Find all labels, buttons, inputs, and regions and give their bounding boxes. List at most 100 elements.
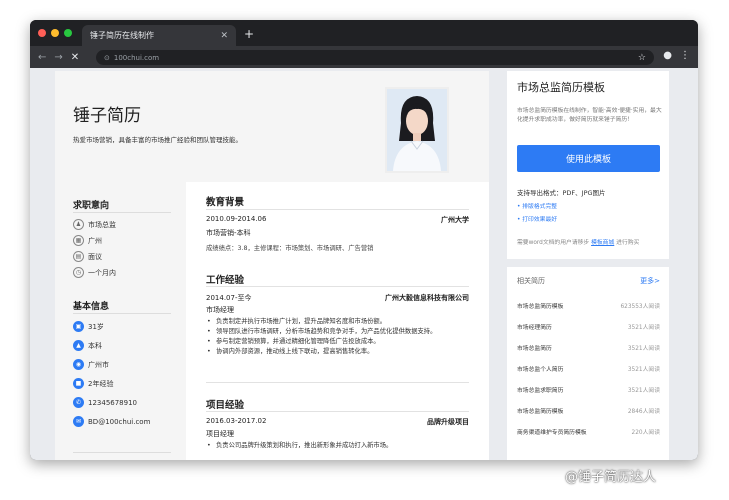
work-title: 工作经验 [206, 275, 245, 286]
basic-phone: ✆ 12345678910 [73, 397, 137, 408]
browser-tab[interactable]: 锤子简历在线制作 ✕ [82, 25, 236, 46]
template-title: 市场总监简历模板 [517, 81, 605, 94]
forward-icon[interactable]: → [54, 52, 62, 63]
format-feature: • 排版格式完整 [517, 204, 558, 210]
graduation-icon: ▲ [73, 340, 84, 351]
work-row: 2014.07-至今 广州大毅信息科技有限公司 [206, 293, 469, 303]
work-bottom-divider [206, 382, 469, 383]
intent-salary: ▤ 面议 [73, 251, 102, 262]
template-sidebar: 市场总监简历模板 市场总监简历模板在线制作，智能·高效·便捷·实用，最大化提升求… [507, 71, 669, 460]
basic-title: 基本信息 [73, 302, 110, 312]
resume-preview: 锤子简历 热爱市场营销，具备丰富的市场推广经验和团队管理技能。 求职意向 ♟ 市… [55, 71, 489, 460]
tab-close-icon[interactable]: ✕ [220, 31, 228, 41]
related-item[interactable]: 市场经理简历 3521人阅读 [517, 322, 660, 331]
project-role: 项目经理 [206, 430, 234, 438]
project-name: 品牌升级项目 [427, 418, 469, 426]
project-bullet: 负责公司品牌升级策划和执行，推出新形象并成功打入新市场。 [206, 441, 469, 451]
work-bullet: 协调内外部资源，推动线上线下联动，提高销售转化率。 [206, 347, 469, 357]
project-bullets: 负责公司品牌升级策划和执行，推出新形象并成功打入新市场。 [206, 441, 469, 451]
stop-icon[interactable]: ✕ [71, 52, 79, 63]
work-bullet: 领导团队进行市场调研，分析市场趋势和竞争对手，为产品优化提供数据支持。 [206, 327, 469, 337]
related-item[interactable]: 市场总监简历模板 2846人阅读 [517, 406, 660, 415]
basic-city: ◉ 广州市 [73, 359, 109, 370]
close-window-dot[interactable] [38, 29, 46, 37]
clock-icon: ◷ [73, 267, 84, 278]
work-role: 市场经理 [206, 306, 234, 314]
work-bullet: 参与制定营销预算，并通过精细化管理降低广告投放成本。 [206, 337, 469, 347]
building-icon: ▦ [73, 235, 84, 246]
resume-header: 锤子简历 热爱市场营销，具备丰富的市场推广经验和团队管理技能。 [55, 71, 489, 182]
basic-experience: ■ 2年经验 [73, 378, 113, 389]
related-item[interactable]: 商务渠道维护专员简历模板 220人阅读 [517, 427, 660, 436]
calendar-icon: ▣ [73, 321, 84, 332]
basic-email: ✉ BD@100chui.com [73, 416, 150, 427]
intent-title: 求职意向 [73, 201, 110, 211]
address-bar[interactable]: ⊙ 100chui.com ☆ [96, 50, 654, 65]
profile-icon[interactable]: ● [663, 50, 672, 61]
browser-window: 锤子简历在线制作 ✕ + ← → ✕ ⊙ 100chui.com ☆ ● ⋮ 锤… [30, 20, 698, 460]
template-description: 市场总监简历模板在线制作，智能·高效·便捷·实用，最大化提升求职成功率，做好简历… [517, 108, 662, 123]
related-item[interactable]: 市场总监简历 3521人阅读 [517, 343, 660, 352]
address-url: 100chui.com [113, 53, 160, 62]
new-tab-button[interactable]: + [244, 27, 254, 41]
project-period: 2016.03-2017.02 [206, 417, 267, 425]
maximize-window-dot[interactable] [64, 29, 72, 37]
related-header: 相关简历 更多> [517, 276, 660, 286]
basic-divider [73, 313, 171, 314]
search-icon: ⊙ [104, 53, 110, 62]
basic-age: ▣ 31岁 [73, 321, 104, 332]
template-store-link[interactable]: 模板商城 [591, 240, 614, 246]
export-formats: 支持导出格式：PDF、JPG图片 [517, 189, 606, 197]
location-icon: ◉ [73, 359, 84, 370]
work-company: 广州大毅信息科技有限公司 [385, 294, 469, 302]
intent-city: ▦ 广州 [73, 235, 102, 246]
wallet-icon: ▤ [73, 251, 84, 262]
education-major: 市场营销-本科 [206, 229, 251, 237]
sidebar-separator [507, 259, 669, 267]
back-icon[interactable]: ← [38, 52, 46, 63]
watermark: @锤子简历达人 [565, 466, 656, 485]
intent-position: ♟ 市场总监 [73, 219, 116, 230]
education-detail: 成绩绩点：3.8，主修课程：市场策划、市场调研、广告营销 [206, 245, 374, 252]
watermark-text: @锤子简历达人 [565, 470, 657, 485]
work-bullets: 负责制定并执行市场推广计划，提升品牌知名度和市场份额。 领导团队进行市场调研，分… [206, 317, 469, 357]
briefcase-icon: ■ [73, 378, 84, 389]
word-note: 需要word文档的用户请移步 模板商城 进行购买 [517, 240, 640, 246]
tab-title: 锤子简历在线制作 [90, 31, 154, 40]
resume-tagline: 热爱市场营销，具备丰富的市场推广经验和团队管理技能。 [73, 136, 242, 144]
project-divider [206, 411, 469, 412]
minimize-window-dot[interactable] [51, 29, 59, 37]
related-item[interactable]: 市场总监个人简历 3521人阅读 [517, 364, 660, 373]
basic-degree: ▲ 本科 [73, 340, 102, 351]
project-title: 项目经验 [206, 400, 245, 411]
mail-icon: ✉ [73, 416, 84, 427]
related-more-link[interactable]: 更多> [640, 276, 660, 286]
related-item[interactable]: 市场总监简历模板 623553人阅读 [517, 301, 660, 310]
related-item[interactable]: 市场总监求职简历 3521人阅读 [517, 385, 660, 394]
browser-toolbar: ← → ✕ ⊙ 100chui.com ☆ ● ⋮ [30, 46, 698, 68]
resume-right-column: 教育背景 2010.09-2014.06 广州大学 市场营销-本科 成绩绩点：3… [186, 182, 489, 460]
bookmark-star-icon[interactable]: ☆ [638, 53, 646, 63]
project-row: 2016.03-2017.02 品牌升级项目 [206, 417, 469, 427]
format-feature: • 打印效果最好 [517, 217, 558, 223]
related-title: 相关简历 [517, 277, 545, 285]
resume-left-column: 求职意向 ♟ 市场总监 ▦ 广州 ▤ 面议 ◷ 一个月内 基本信息 ▣ 31岁 ▲ 本科 ◉… [55, 182, 186, 460]
window-controls [38, 29, 72, 37]
education-row: 2010.09-2014.06 广州大学 [206, 215, 469, 225]
work-period: 2014.07-至今 [206, 294, 252, 302]
use-template-button[interactable]: 使用此模板 [517, 145, 660, 172]
profile-photo [385, 87, 449, 173]
education-title: 教育背景 [206, 197, 245, 208]
menu-icon[interactable]: ⋮ [680, 50, 690, 61]
work-divider [206, 286, 469, 287]
intent-availability: ◷ 一个月内 [73, 267, 116, 278]
page-viewport: 锤子简历 热爱市场营销，具备丰富的市场推广经验和团队管理技能。 求职意向 ♟ 市… [30, 68, 698, 460]
resume-name: 锤子简历 [73, 106, 141, 126]
education-school: 广州大学 [441, 216, 469, 224]
intent-divider [73, 212, 171, 213]
work-bullet: 负责制定并执行市场推广计划，提升品牌知名度和市场份额。 [206, 317, 469, 327]
user-icon: ♟ [73, 219, 84, 230]
left-bottom-divider [73, 452, 171, 453]
tab-bar: 锤子简历在线制作 ✕ + [30, 20, 698, 46]
education-divider [206, 209, 469, 210]
